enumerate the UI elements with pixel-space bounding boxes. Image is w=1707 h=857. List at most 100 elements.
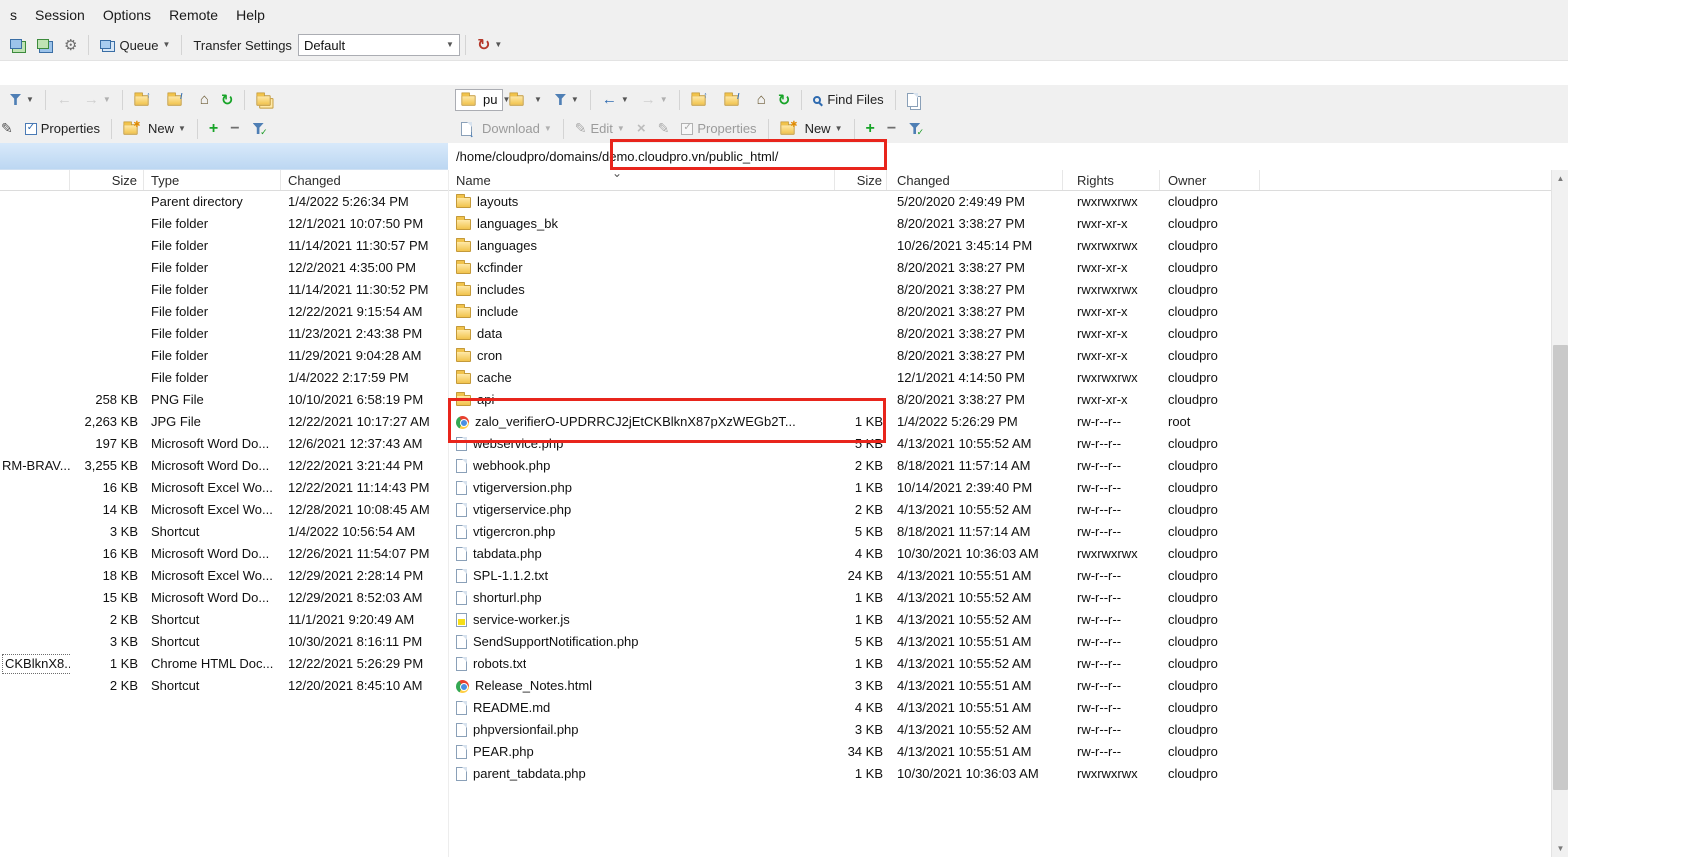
delete-button[interactable]: ×: [631, 117, 652, 141]
table-row[interactable]: parent_tabdata.php1 KB10/30/2021 10:36:0…: [449, 763, 1552, 785]
table-row[interactable]: File folder11/14/2021 11:30:52 PM: [0, 279, 448, 301]
table-row[interactable]: api8/20/2021 3:38:27 PMrwxr-xr-xcloudpro: [449, 389, 1552, 411]
table-row[interactable]: 2 KBShortcut12/20/2021 8:45:10 AM: [0, 675, 448, 697]
table-row[interactable]: kcfinder8/20/2021 3:38:27 PMrwxr-xr-xclo…: [449, 257, 1552, 279]
table-row[interactable]: 16 KBMicrosoft Excel Wo...12/22/2021 11:…: [0, 477, 448, 499]
table-row[interactable]: phpversionfail.php3 KB4/13/2021 10:55:52…: [449, 719, 1552, 741]
local-header-name[interactable]: [0, 170, 70, 190]
download-button[interactable]: ↓ Download ▼: [455, 117, 558, 141]
remote-selection-filter-button[interactable]: ✓: [902, 117, 927, 141]
remote-parent-directory-button[interactable]: ↑: [685, 88, 718, 112]
local-header-type[interactable]: Type: [144, 170, 281, 190]
left-parent-directory-button[interactable]: ↑: [128, 88, 161, 112]
remote-home-directory-button[interactable]: ⌂: [751, 88, 772, 112]
find-files-button[interactable]: Find Files: [807, 88, 889, 112]
menu-item-options[interactable]: Options: [94, 2, 160, 28]
transfer-settings-label[interactable]: Transfer Settings: [187, 33, 298, 57]
menu-item-help[interactable]: Help: [227, 2, 274, 28]
table-row[interactable]: SPL-1.1.2.txt24 KB4/13/2021 10:55:51 AMr…: [449, 565, 1552, 587]
table-row[interactable]: webservice.php5 KB4/13/2021 10:55:52 AMr…: [449, 433, 1552, 455]
scroll-down-arrow[interactable]: ▼: [1552, 840, 1568, 857]
remote-back-button[interactable]: ←▼: [596, 88, 635, 112]
table-row[interactable]: README.md4 KB4/13/2021 10:55:51 AMrw-r--…: [449, 697, 1552, 719]
menu-item-session[interactable]: Session: [26, 2, 94, 28]
remote-directory-combobox[interactable]: pu ▼: [455, 89, 503, 111]
menu-item-cropped[interactable]: s: [1, 2, 26, 28]
remote-copy-button[interactable]: [901, 88, 930, 112]
remote-root-directory-button[interactable]: /: [718, 88, 751, 112]
table-row[interactable]: File folder1/4/2022 2:17:59 PM: [0, 367, 448, 389]
remote-header-name[interactable]: Name ⌄: [449, 170, 835, 190]
scroll-up-arrow[interactable]: ▲: [1552, 170, 1568, 187]
table-row[interactable]: File folder12/22/2021 9:15:54 AM: [0, 301, 448, 323]
scrollbar-thumb[interactable]: [1553, 345, 1568, 790]
queue-button[interactable]: Queue ▼: [94, 33, 176, 57]
table-row[interactable]: 197 KBMicrosoft Word Do...12/6/2021 12:3…: [0, 433, 448, 455]
table-row[interactable]: File folder11/23/2021 2:43:38 PM: [0, 323, 448, 345]
table-row[interactable]: robots.txt1 KB4/13/2021 10:55:52 AMrw-r-…: [449, 653, 1552, 675]
table-row[interactable]: shorturl.php1 KB4/13/2021 10:55:52 AMrw-…: [449, 587, 1552, 609]
table-row[interactable]: include8/20/2021 3:38:27 PMrwxr-xr-xclou…: [449, 301, 1552, 323]
left-open-in-explorer-button[interactable]: [250, 88, 283, 112]
local-header-changed[interactable]: Changed: [281, 170, 448, 190]
rename-button[interactable]: ✎: [652, 117, 676, 141]
remote-open-directory-button[interactable]: ▼: [503, 88, 548, 112]
remote-new-button[interactable]: ✱ New ▼: [774, 117, 849, 141]
left-edit-button[interactable]: ✎: [0, 117, 19, 141]
remote-select-remove-button[interactable]: −: [881, 117, 902, 141]
table-row[interactable]: Release_Notes.html3 KB4/13/2021 10:55:51…: [449, 675, 1552, 697]
remote-refresh-button[interactable]: ↻: [772, 88, 797, 112]
table-row[interactable]: File folder11/29/2021 9:04:28 AM: [0, 345, 448, 367]
table-row[interactable]: PEAR.php34 KB4/13/2021 10:55:51 AMrw-r--…: [449, 741, 1552, 763]
dock-panels-button[interactable]: [4, 33, 31, 57]
left-select-remove-button[interactable]: −: [224, 117, 245, 141]
edit-button[interactable]: ✎ Edit ▼: [569, 117, 631, 141]
preferences-button[interactable]: ⚙: [58, 33, 83, 57]
left-home-directory-button[interactable]: ⌂: [194, 88, 215, 112]
remote-path-bar[interactable]: /home/cloudpro/domains/demo.cloudpro.vn/…: [448, 143, 1568, 170]
table-row[interactable]: vtigerservice.php2 KB4/13/2021 10:55:52 …: [449, 499, 1552, 521]
table-row[interactable]: cache12/1/2021 4:14:50 PMrwxrwxrwxcloudp…: [449, 367, 1552, 389]
left-open-directory-button[interactable]: ▼: [3, 88, 40, 112]
table-row[interactable]: 2,263 KBJPG File12/22/2021 10:17:27 AM: [0, 411, 448, 433]
table-row[interactable]: cron8/20/2021 3:38:27 PMrwxr-xr-xcloudpr…: [449, 345, 1552, 367]
table-row[interactable]: RM-BRAV...3,255 KBMicrosoft Word Do...12…: [0, 455, 448, 477]
remote-forward-button[interactable]: →▼: [635, 88, 674, 112]
table-row[interactable]: File folder12/1/2021 10:07:50 PM: [0, 213, 448, 235]
synchronize-button[interactable]: ↻ ▼: [471, 33, 508, 57]
table-row[interactable]: zalo_verifierO-UPDRRCJ2jEtCKBlknX87pXzWE…: [449, 411, 1552, 433]
remote-header-size[interactable]: Size: [835, 170, 887, 190]
table-row[interactable]: 18 KBMicrosoft Excel Wo...12/29/2021 2:2…: [0, 565, 448, 587]
table-row[interactable]: languages10/26/2021 3:45:14 PMrwxrwxrwxc…: [449, 235, 1552, 257]
left-new-button[interactable]: ✱ New ▼: [117, 117, 192, 141]
table-row[interactable]: data8/20/2021 3:38:27 PMrwxr-xr-xcloudpr…: [449, 323, 1552, 345]
table-row[interactable]: 3 KBShortcut10/30/2021 8:16:11 PM: [0, 631, 448, 653]
swap-panels-button[interactable]: [31, 33, 58, 57]
table-row[interactable]: 15 KBMicrosoft Word Do...12/29/2021 8:52…: [0, 587, 448, 609]
left-select-add-button[interactable]: +: [203, 117, 224, 141]
table-row[interactable]: vtigerversion.php1 KB10/14/2021 2:39:40 …: [449, 477, 1552, 499]
table-row[interactable]: layouts5/20/2020 2:49:49 PMrwxrwxrwxclou…: [449, 191, 1552, 213]
table-row[interactable]: 258 KBPNG File10/10/2021 6:58:19 PM: [0, 389, 448, 411]
table-row[interactable]: languages_bk8/20/2021 3:38:27 PMrwxr-xr-…: [449, 213, 1552, 235]
table-row[interactable]: File folder12/2/2021 4:35:00 PM: [0, 257, 448, 279]
vertical-scrollbar[interactable]: ▲ ▼: [1551, 170, 1568, 857]
table-row[interactable]: webhook.php2 KB8/18/2021 11:57:14 AMrw-r…: [449, 455, 1552, 477]
remote-header-changed[interactable]: Changed: [887, 170, 1063, 190]
transfer-preset-combobox[interactable]: Default ▼: [298, 34, 460, 56]
table-row[interactable]: service-worker.js1 KB4/13/2021 10:55:52 …: [449, 609, 1552, 631]
table-row[interactable]: CKBlknX8...1 KBChrome HTML Doc...12/22/2…: [0, 653, 448, 675]
local-path-bar[interactable]: [0, 143, 448, 170]
table-row[interactable]: includes8/20/2021 3:38:27 PMrwxrwxrwxclo…: [449, 279, 1552, 301]
left-root-directory-button[interactable]: /: [161, 88, 194, 112]
remote-header-rights[interactable]: Rights: [1063, 170, 1160, 190]
remote-select-add-button[interactable]: +: [860, 117, 881, 141]
table-row[interactable]: SendSupportNotification.php5 KB4/13/2021…: [449, 631, 1552, 653]
left-selection-filter-button[interactable]: ✓: [246, 117, 271, 141]
left-refresh-button[interactable]: ↻: [215, 88, 240, 112]
remote-properties-button[interactable]: Properties: [675, 117, 762, 141]
table-row[interactable]: 16 KBMicrosoft Word Do...12/26/2021 11:5…: [0, 543, 448, 565]
table-row[interactable]: File folder11/14/2021 11:30:57 PM: [0, 235, 448, 257]
left-properties-button[interactable]: Properties: [19, 117, 106, 141]
table-row[interactable]: Parent directory1/4/2022 5:26:34 PM: [0, 191, 448, 213]
